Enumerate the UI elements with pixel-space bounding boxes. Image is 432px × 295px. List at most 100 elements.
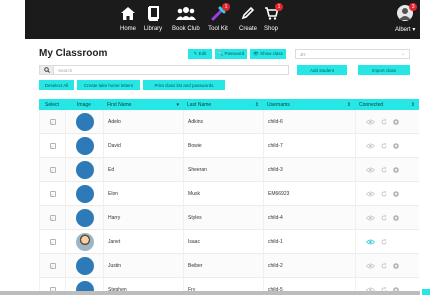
- connected-cell: [355, 133, 419, 158]
- book-icon: [143, 3, 163, 23]
- col-select-header[interactable]: Select: [39, 99, 65, 110]
- nav-shop[interactable]: 1 Shop: [261, 3, 283, 32]
- table-row[interactable]: ✓ Janet Isaac child-1: [39, 229, 419, 254]
- eye-icon[interactable]: [366, 215, 375, 221]
- cart-icon: 1: [261, 3, 283, 23]
- close-icon[interactable]: [393, 118, 399, 125]
- refresh-icon[interactable]: [381, 142, 387, 149]
- row-image-cell: [65, 157, 103, 182]
- close-icon[interactable]: [393, 214, 399, 221]
- eye-icon[interactable]: [366, 119, 375, 125]
- student-avatar: [75, 136, 94, 155]
- table-row[interactable]: ✓ Adelo Adkins child-6: [39, 109, 419, 134]
- nav-user-menu[interactable]: 3 Albert ▾: [395, 3, 418, 33]
- last-name-cell: Bowie: [183, 133, 263, 158]
- sort-icon: ⇕: [410, 101, 415, 108]
- search-field[interactable]: Search: [39, 65, 289, 75]
- user-avatar: 3: [395, 3, 418, 23]
- username-cell: EM66923: [263, 181, 355, 206]
- eye-icon[interactable]: [366, 191, 375, 197]
- col-first-name-header[interactable]: First Name ▾: [103, 99, 183, 110]
- nav-library-label: Library: [143, 26, 163, 32]
- col-image-header: Image: [77, 101, 91, 108]
- row-checkbox[interactable]: ✓: [49, 214, 56, 221]
- nav-book-club[interactable]: Book Club: [172, 3, 200, 32]
- table-row[interactable]: ✓ David Bowie child-7: [39, 133, 419, 158]
- edit-button[interactable]: ✎ Edit: [188, 49, 212, 59]
- username-cell: child-6: [263, 109, 355, 134]
- first-name-cell: Adelo: [103, 109, 183, 134]
- row-checkbox[interactable]: ✓: [49, 238, 56, 245]
- group-icon: [175, 3, 196, 23]
- chat-widget-button[interactable]: [422, 289, 430, 295]
- refresh-icon[interactable]: [381, 190, 387, 197]
- username-cell: child-1: [263, 229, 355, 254]
- refresh-icon[interactable]: [381, 166, 387, 173]
- nav-home-label: Home: [119, 26, 136, 32]
- row-image-cell: [65, 133, 103, 158]
- take-home-letters-button[interactable]: Create take home letters: [77, 80, 140, 90]
- table-row[interactable]: ✓ Justin Beiber child-2: [39, 253, 419, 278]
- nav-tool-kit[interactable]: 1 Tool Kit: [208, 3, 230, 32]
- row-checkbox[interactable]: ✓: [49, 166, 56, 173]
- col-connected-header[interactable]: Connected ⇕: [355, 99, 419, 110]
- refresh-icon[interactable]: [381, 214, 387, 221]
- row-checkbox[interactable]: ✓: [49, 142, 56, 149]
- bottom-scroll-bar[interactable]: [0, 291, 420, 295]
- close-icon[interactable]: [393, 166, 399, 173]
- student-avatar: [75, 112, 94, 131]
- nav-book-club-label: Book Club: [172, 26, 200, 32]
- class-select[interactable]: JH ⌄: [295, 49, 410, 59]
- row-checkbox[interactable]: ✓: [49, 262, 56, 269]
- last-name-cell: Sheeran: [183, 157, 263, 182]
- nav-user-label: Albert ▾: [395, 27, 416, 33]
- class-select-value: JH: [300, 51, 306, 57]
- connected-cell: [355, 229, 419, 254]
- nav-shop-label: Shop: [263, 26, 278, 32]
- eye-icon[interactable]: [366, 263, 375, 269]
- password-button[interactable]: 🔍 Password: [215, 49, 247, 59]
- nav-tool-kit-label: Tool Kit: [208, 26, 228, 32]
- search-placeholder: Search: [58, 67, 73, 73]
- row-checkbox[interactable]: ✓: [49, 190, 56, 197]
- classroom-panel: My Classroom ✎ Edit 🔍 Password 👁 Show cl…: [25, 39, 420, 295]
- refresh-icon[interactable]: [381, 262, 387, 269]
- print-class-list-button[interactable]: Print class list and passwords: [143, 80, 225, 90]
- pencil-icon: [238, 3, 258, 23]
- first-name-cell: Justin: [103, 253, 183, 278]
- row-checkbox[interactable]: ✓: [49, 118, 56, 125]
- chevron-down-icon: ⌄: [400, 51, 405, 57]
- close-icon[interactable]: [393, 190, 399, 197]
- table-row[interactable]: ✓ Harry Styles child-4: [39, 205, 419, 230]
- refresh-icon[interactable]: [381, 118, 387, 125]
- add-student-button[interactable]: Add student: [297, 65, 347, 75]
- row-select-cell: ✓: [39, 205, 65, 230]
- first-name-cell: David: [103, 133, 183, 158]
- col-last-name-header[interactable]: Last Name ⇕: [183, 99, 263, 110]
- deselect-all-button[interactable]: Deselect All: [39, 80, 74, 90]
- eye-icon[interactable]: [366, 167, 375, 173]
- eye-icon[interactable]: [366, 239, 375, 245]
- row-image-cell: [65, 229, 103, 254]
- close-icon[interactable]: [393, 262, 399, 269]
- close-icon[interactable]: [393, 142, 399, 149]
- nav-home[interactable]: Home: [118, 3, 138, 32]
- connected-cell: [355, 157, 419, 182]
- connected-cell: [355, 109, 419, 134]
- first-name-cell: Harry: [103, 205, 183, 230]
- students-table: Select Image First Name ▾ Last Name ⇕ Us…: [39, 99, 419, 295]
- first-name-cell: Janet: [103, 229, 183, 254]
- import-class-button[interactable]: Import class: [358, 65, 410, 75]
- col-username-header[interactable]: Usernams ⇕: [263, 99, 355, 110]
- table-row[interactable]: ✓ Elon Musk EM66923: [39, 181, 419, 206]
- col-username-label: Usernams: [267, 101, 290, 108]
- nav-library[interactable]: Library: [143, 3, 163, 32]
- eye-icon[interactable]: [366, 143, 375, 149]
- username-cell: child-7: [263, 133, 355, 158]
- refresh-icon[interactable]: [381, 238, 387, 245]
- nav-create[interactable]: Create: [238, 3, 258, 32]
- show-class-button[interactable]: 👁 Show class: [250, 49, 286, 59]
- table-row[interactable]: ✓ Ed Sheeran child-3: [39, 157, 419, 182]
- last-name-cell: Isaac: [183, 229, 263, 254]
- tool-kit-badge: 1: [222, 3, 230, 11]
